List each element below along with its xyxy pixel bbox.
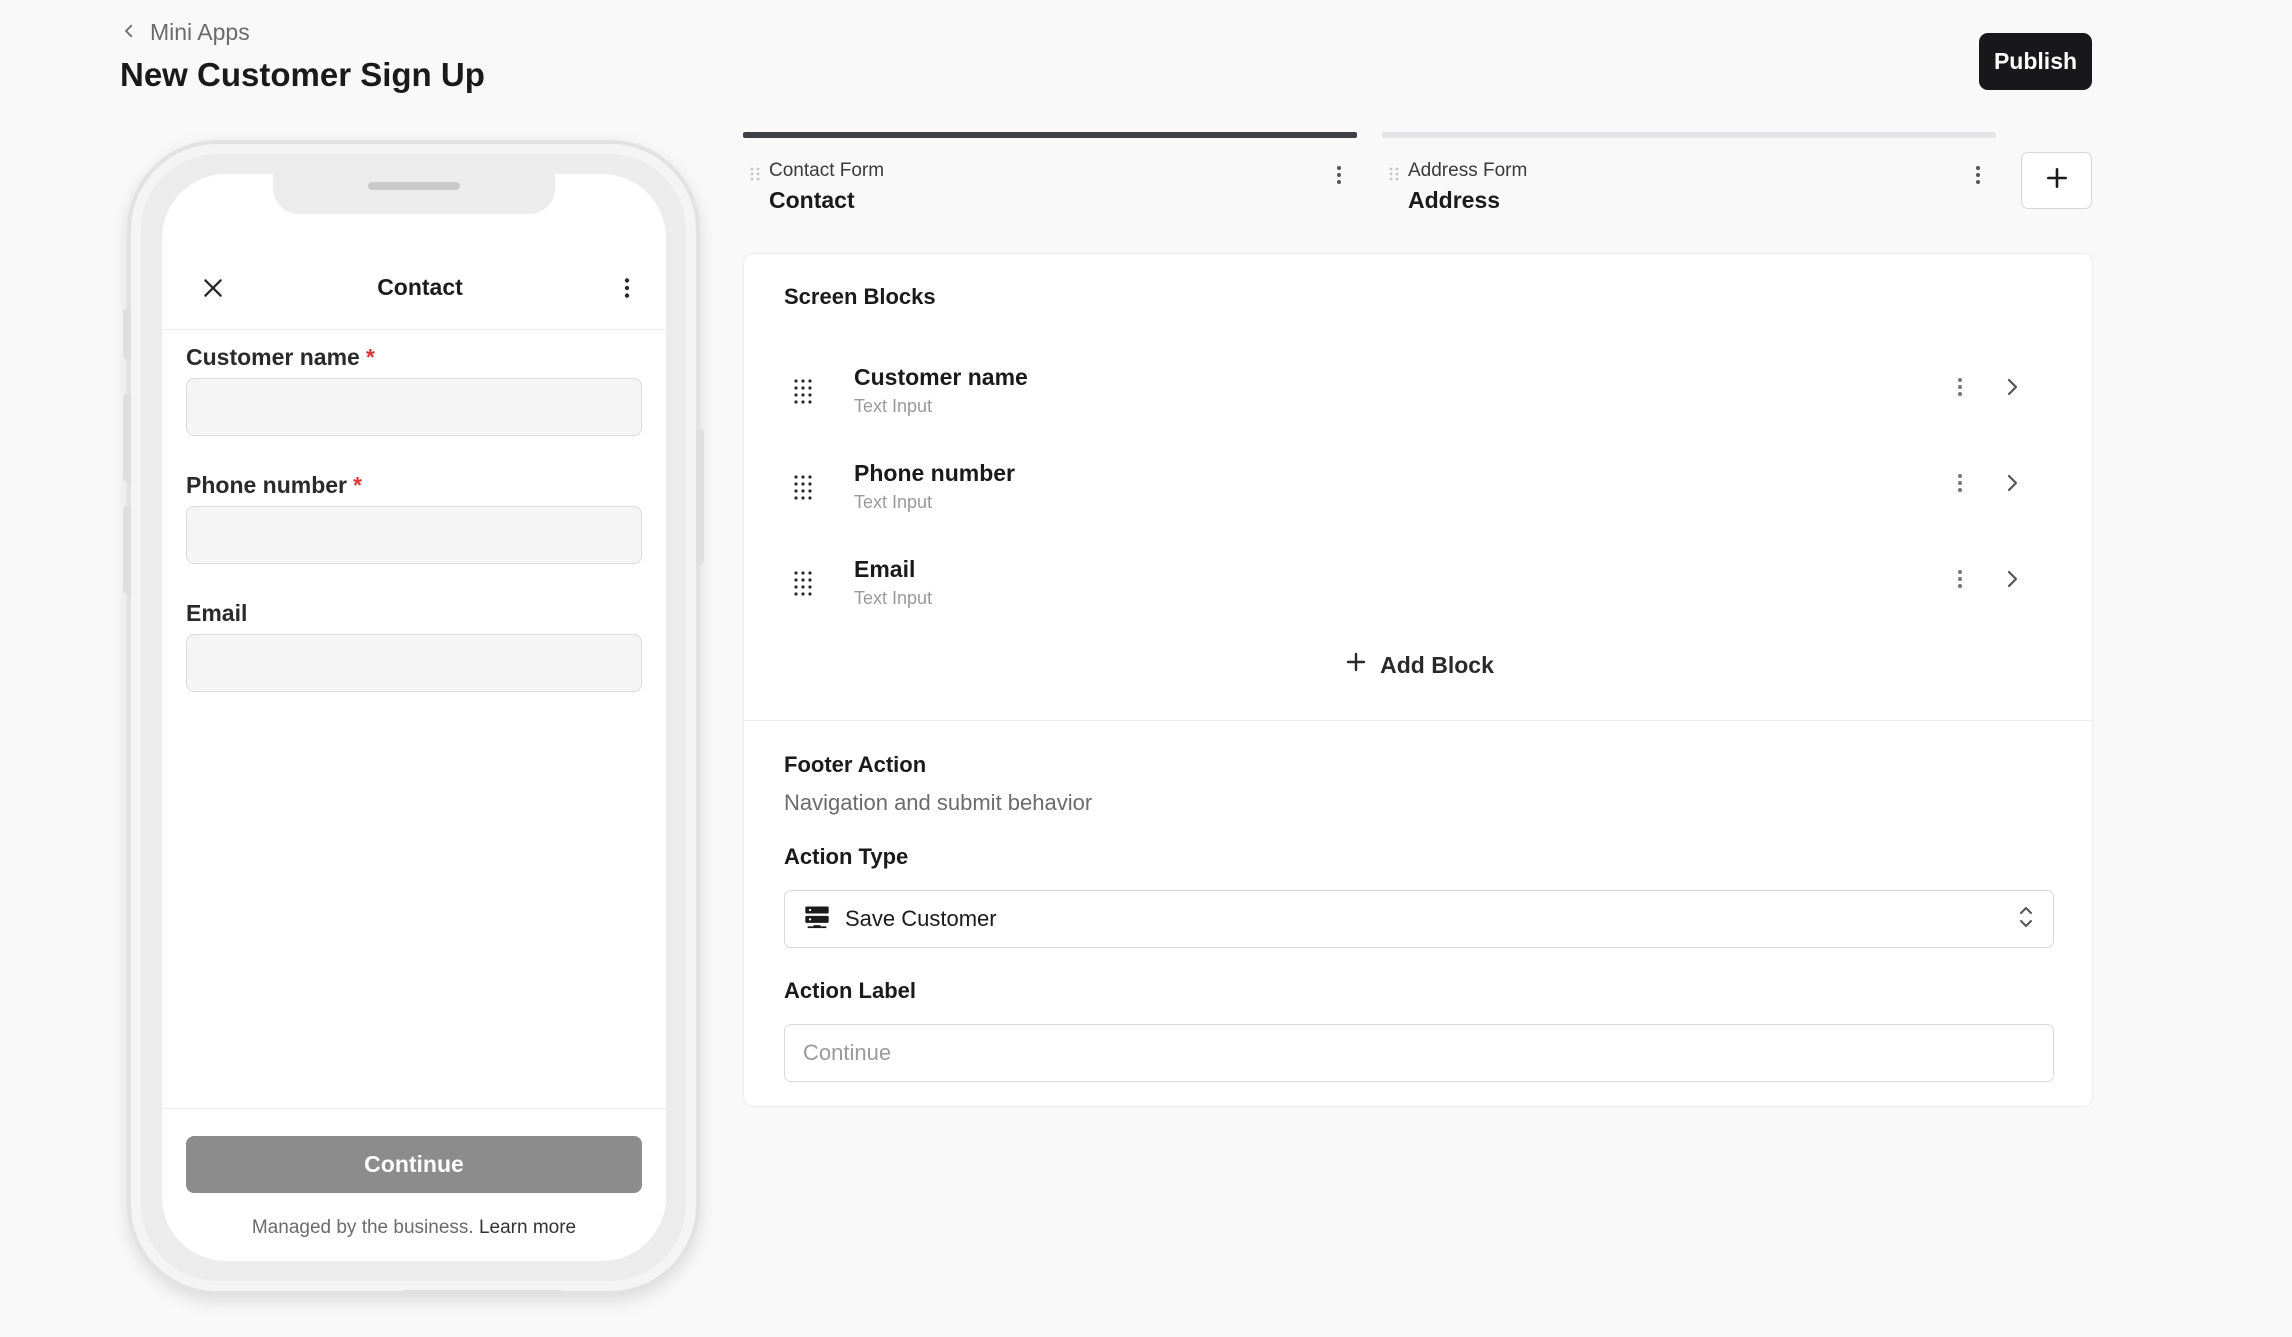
drag-grid-icon[interactable] — [793, 378, 813, 409]
tab-indicator — [743, 132, 1357, 138]
block-name: Email — [854, 556, 916, 582]
phone-preview: Contact Customer name * Phone number * Ema… — [123, 140, 704, 1296]
breadcrumb-label: Mini Apps — [150, 19, 250, 45]
server-icon — [803, 903, 831, 936]
phone-side-button — [696, 429, 704, 564]
action-label-input[interactable] — [784, 1024, 2054, 1082]
tab-caption: Contact Form — [769, 160, 885, 181]
page-title: New Customer Sign Up — [120, 56, 485, 93]
block-row[interactable]: Customer name Text Input — [744, 354, 2094, 434]
chevron-right-icon[interactable] — [2000, 470, 2024, 501]
phone-side-button — [123, 394, 131, 482]
screen-editor-panel: Screen Blocks Customer name Text Input P… — [743, 253, 2094, 1107]
learn-more-link[interactable]: Learn more — [479, 1217, 576, 1238]
tab-contact-form[interactable]: Contact Form Contact — [743, 132, 1357, 222]
chevron-right-icon[interactable] — [2000, 566, 2024, 597]
field-label-text: Phone number — [186, 472, 348, 498]
screen-blocks-title: Screen Blocks — [784, 284, 936, 309]
tab-address-form[interactable]: Address Form Address — [1382, 132, 1996, 222]
more-vertical-icon[interactable] — [614, 275, 640, 301]
action-type-label: Action Type — [784, 844, 909, 869]
phone-notch — [273, 174, 555, 214]
more-vertical-icon[interactable] — [1970, 162, 1986, 193]
drag-grid-icon[interactable] — [793, 474, 813, 505]
close-icon[interactable] — [200, 275, 226, 301]
footer-action-subtitle: Navigation and submit behavior — [784, 790, 1093, 815]
required-marker: * — [353, 472, 362, 498]
publish-button[interactable]: Publish — [1979, 33, 2092, 90]
managed-text: Managed by the business. — [251, 1217, 474, 1238]
block-type: Text Input — [854, 396, 933, 416]
phone-screen: Contact Customer name * Phone number * Ema… — [162, 174, 666, 1261]
more-vertical-icon[interactable] — [1952, 374, 1968, 405]
breadcrumb[interactable]: Mini Apps — [120, 19, 250, 46]
screen-title: Contact — [377, 274, 463, 300]
add-block-label: Add Block — [1380, 651, 1494, 678]
add-block-button[interactable]: Add Block — [744, 650, 2094, 680]
drag-handle-icon[interactable] — [1388, 166, 1400, 181]
managed-note: Managed by the business. Learn more — [162, 1217, 666, 1239]
phone-side-button — [123, 506, 131, 594]
block-row[interactable]: Phone number Text Input — [744, 450, 2094, 530]
add-screen-button[interactable] — [2021, 152, 2092, 209]
phone-speaker — [368, 182, 460, 190]
tab-name: Address — [1408, 187, 1501, 213]
more-vertical-icon[interactable] — [1952, 566, 1968, 597]
block-name: Phone number — [854, 460, 1016, 486]
block-name: Customer name — [854, 364, 1028, 390]
field-label-email: Email — [186, 600, 247, 627]
tab-caption: Address Form — [1408, 160, 1528, 181]
more-vertical-icon[interactable] — [1952, 470, 1968, 501]
phone-home-indicator — [401, 1290, 563, 1296]
required-marker: * — [365, 344, 375, 370]
section-divider — [744, 720, 2094, 721]
screen-header: Contact — [162, 246, 666, 330]
drag-handle-icon[interactable] — [749, 166, 761, 181]
more-vertical-icon[interactable] — [1331, 162, 1347, 193]
block-row[interactable]: Email Text Input — [744, 546, 2094, 626]
plus-icon — [2044, 165, 2070, 196]
plus-icon — [1344, 650, 1368, 680]
action-label-label: Action Label — [784, 978, 917, 1003]
field-label-customer-name: Customer name * — [186, 344, 375, 371]
tab-name: Contact — [769, 187, 855, 213]
field-label-text: Email — [186, 600, 248, 626]
tab-indicator — [1382, 132, 1996, 138]
field-label-phone-number: Phone number * — [186, 472, 362, 499]
phone-side-button — [123, 309, 131, 359]
block-type: Text Input — [854, 588, 933, 608]
action-type-select[interactable]: Save Customer — [784, 890, 2054, 948]
field-label-text: Customer name — [186, 344, 360, 370]
chevron-left-icon — [120, 19, 138, 46]
customer-name-input[interactable] — [186, 378, 642, 436]
drag-grid-icon[interactable] — [793, 570, 813, 601]
continue-button[interactable]: Continue — [186, 1136, 642, 1193]
footer-action-title: Footer Action — [784, 752, 927, 777]
phone-number-input[interactable] — [186, 506, 642, 564]
chevron-right-icon[interactable] — [2000, 374, 2024, 405]
action-type-value: Save Customer — [845, 906, 997, 931]
email-input[interactable] — [186, 634, 642, 692]
block-type: Text Input — [854, 492, 933, 512]
chevron-up-down-icon — [2017, 903, 2035, 936]
screen-footer-divider — [162, 1108, 666, 1109]
